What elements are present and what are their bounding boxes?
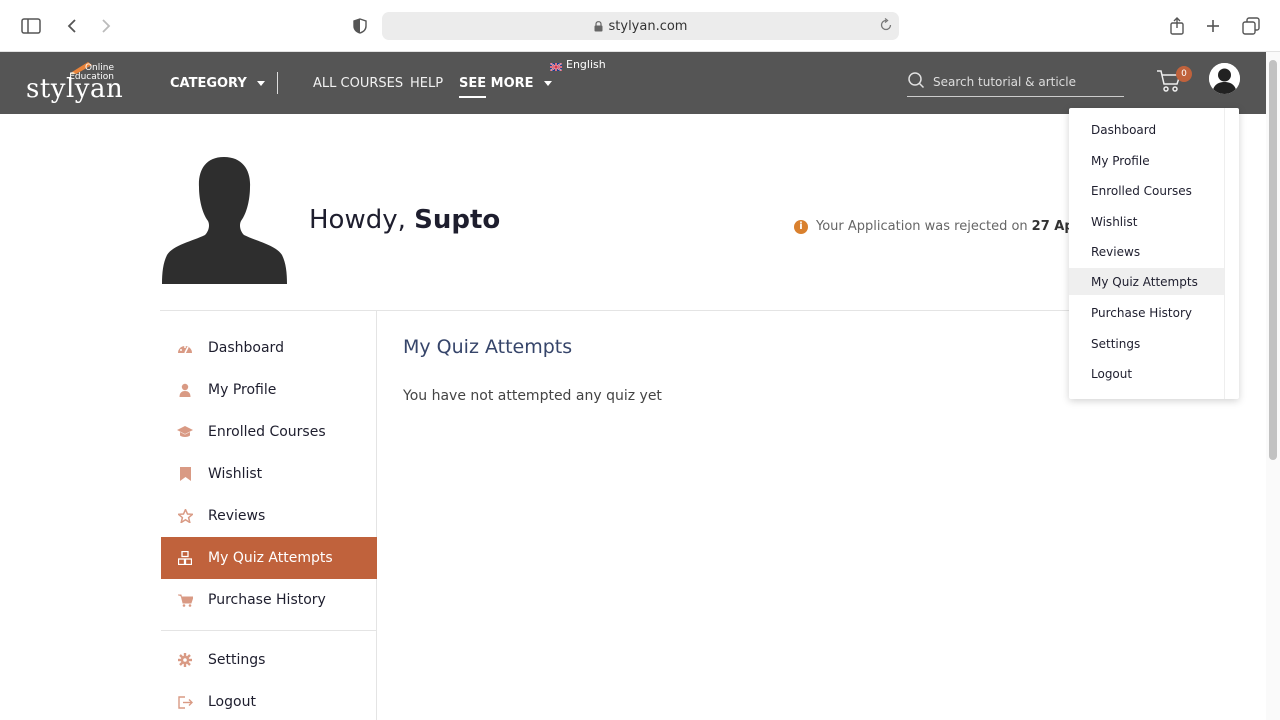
reload-icon[interactable]: [879, 17, 893, 36]
greeting: Howdy, Supto: [309, 205, 500, 235]
nav-help[interactable]: HELP: [410, 52, 443, 114]
user-avatar-button[interactable]: [1209, 63, 1240, 94]
dropdown-item-reviews[interactable]: Reviews: [1069, 238, 1224, 265]
chevron-down-icon: [543, 80, 552, 86]
forward-icon[interactable]: [94, 14, 118, 38]
sidebar-item-wishlist[interactable]: Wishlist: [161, 453, 377, 495]
notice-text: Your Application was rejected on: [816, 219, 1028, 234]
site-logo[interactable]: Online Education stylyan: [26, 60, 126, 108]
scrollbar-thumb[interactable]: [1269, 60, 1277, 460]
address-bar[interactable]: stylyan.com: [382, 12, 899, 40]
bookmark-icon: [176, 465, 194, 483]
sidebar-item-purchase-history[interactable]: Purchase History: [161, 579, 377, 621]
dropdown-item-wishlist[interactable]: Wishlist: [1069, 208, 1224, 235]
sidebar-item-label: Reviews: [208, 508, 266, 524]
category-menu[interactable]: CATEGORY: [170, 52, 265, 114]
application-status-notice: i Your Application was rejected on 27 Ap…: [794, 219, 1094, 234]
sidebar-toggle-icon[interactable]: [19, 14, 43, 38]
sidebar-item-my-quiz-attempts[interactable]: My Quiz Attempts: [161, 537, 377, 579]
share-icon[interactable]: [1165, 14, 1189, 38]
dropdown-item-my-quiz-attempts[interactable]: My Quiz Attempts: [1069, 268, 1224, 295]
cart-count-badge: 0: [1176, 66, 1192, 82]
dropdown-scrollbar[interactable]: [1224, 108, 1239, 399]
privacy-shield-icon[interactable]: [348, 14, 372, 38]
new-tab-icon[interactable]: [1201, 14, 1225, 38]
sidebar-item-label: Logout: [208, 694, 256, 710]
sidebar-item-reviews[interactable]: Reviews: [161, 495, 377, 537]
chevron-down-icon: [256, 80, 265, 86]
cart-icon: [176, 591, 194, 609]
dashboard-sidebar: Dashboard My Profile Enrolled Courses Wi…: [161, 311, 377, 720]
sidebar-item-settings[interactable]: Settings: [161, 639, 377, 681]
dropdown-item-my-profile[interactable]: My Profile: [1069, 147, 1224, 174]
see-more-label: SEE MORE: [459, 75, 534, 91]
star-icon: [176, 507, 194, 525]
user-dropdown-menu: Dashboard My Profile Enrolled Courses Wi…: [1069, 108, 1239, 399]
uk-flag-icon: [549, 61, 563, 72]
sidebar-item-label: My Quiz Attempts: [208, 550, 333, 566]
dropdown-item-purchase-history[interactable]: Purchase History: [1069, 299, 1224, 326]
site-header: Online Education stylyan CATEGORY ALL CO…: [0, 52, 1266, 114]
sidebar-item-enrolled-courses[interactable]: Enrolled Courses: [161, 411, 377, 453]
sidebar-item-label: Enrolled Courses: [208, 424, 326, 440]
page-scrollbar[interactable]: [1266, 52, 1280, 720]
language-label: English: [566, 58, 606, 71]
sidebar-item-dashboard[interactable]: Dashboard: [161, 327, 377, 369]
dropdown-item-dashboard[interactable]: Dashboard: [1069, 116, 1224, 143]
sidebar-item-label: Purchase History: [208, 592, 326, 608]
sidebar-divider: [161, 630, 377, 631]
page-title: My Quiz Attempts: [403, 336, 573, 358]
avatar-icon: [1209, 63, 1240, 94]
dropdown-item-logout[interactable]: Logout: [1069, 360, 1224, 387]
search-input[interactable]: [933, 74, 1123, 89]
nav-divider: [277, 72, 278, 94]
dropdown-item-settings[interactable]: Settings: [1069, 330, 1224, 357]
logout-icon: [176, 693, 194, 711]
search-icon: [907, 71, 925, 93]
active-nav-underline: [459, 96, 486, 98]
info-icon: i: [794, 219, 808, 234]
language-selector[interactable]: English: [549, 58, 606, 72]
sidebar-item-my-profile[interactable]: My Profile: [161, 369, 377, 411]
sidebar-item-logout[interactable]: Logout: [161, 681, 377, 720]
nav-see-more[interactable]: SEE MORE: [459, 52, 552, 114]
empty-state-message: You have not attempted any quiz yet: [403, 388, 662, 404]
category-label: CATEGORY: [170, 75, 247, 91]
sidebar-item-label: My Profile: [208, 382, 277, 398]
logo-wordmark: stylyan: [26, 74, 124, 104]
sidebar-item-label: Dashboard: [208, 340, 284, 356]
lock-icon: [594, 20, 603, 32]
search-box: [907, 67, 1124, 97]
profile-photo: [161, 155, 288, 284]
back-icon[interactable]: [60, 14, 84, 38]
browser-toolbar: stylyan.com: [0, 0, 1280, 52]
gear-icon: [176, 651, 194, 669]
tab-overview-icon[interactable]: [1239, 14, 1263, 38]
nav-all-courses[interactable]: ALL COURSES: [313, 52, 403, 114]
avatar-silhouette-icon: [162, 157, 287, 284]
sidebar-item-label: Settings: [208, 652, 266, 668]
user-icon: [176, 381, 194, 399]
greeting-text: Howdy,: [309, 205, 406, 235]
dashboard-icon: [176, 339, 194, 357]
graduation-cap-icon: [176, 423, 194, 441]
quiz-icon: [176, 549, 194, 567]
dropdown-item-enrolled-courses[interactable]: Enrolled Courses: [1069, 177, 1224, 204]
user-name: Supto: [414, 205, 501, 235]
sidebar-item-label: Wishlist: [208, 466, 263, 482]
url-text: stylyan.com: [608, 18, 688, 34]
